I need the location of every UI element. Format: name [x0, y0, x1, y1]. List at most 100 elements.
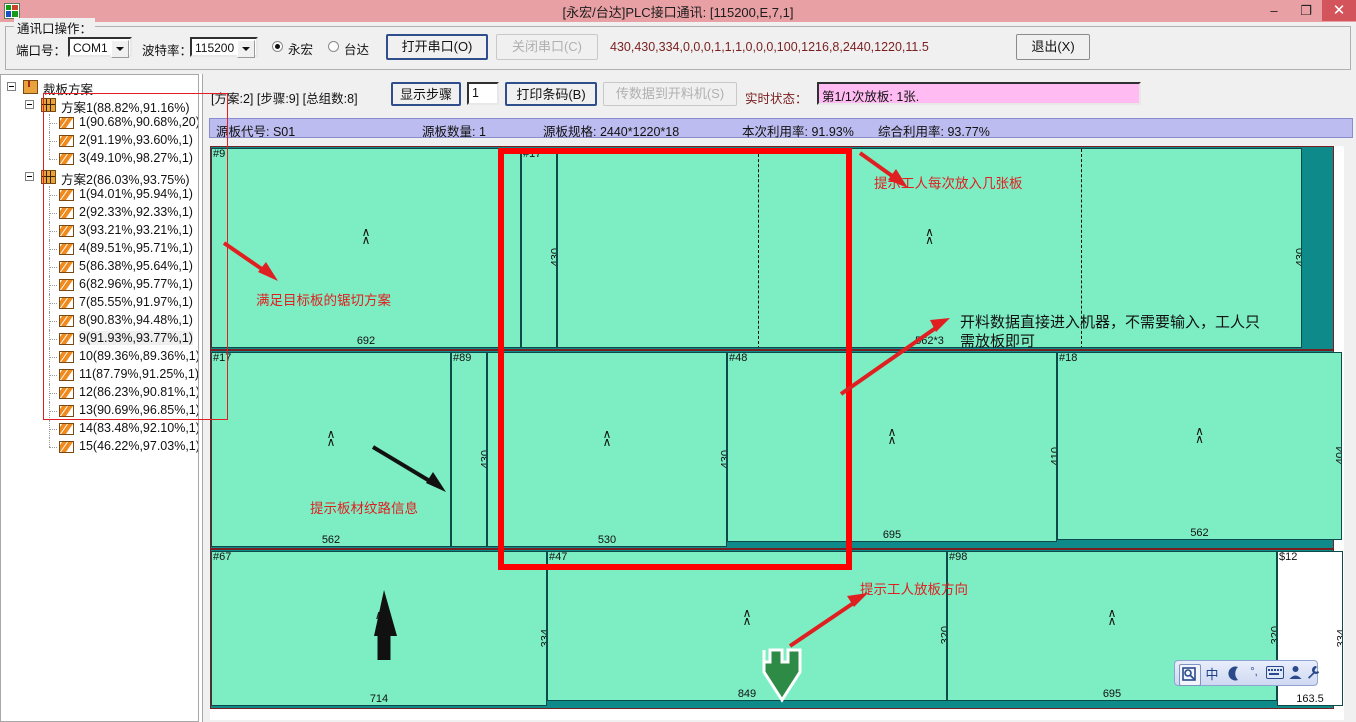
cut-part-width: 695 [1102, 688, 1122, 700]
plan-leaf-icon [59, 423, 74, 435]
tree-leaf-node[interactable]: 2(91.19%,93.60%,1) [1, 132, 198, 150]
plan-leaf-icon [59, 369, 74, 381]
cut-part-id: #17 [213, 352, 232, 364]
cut-part[interactable]: #17 562 ∧ ∧ [211, 352, 451, 547]
keyboard-icon[interactable] [1265, 666, 1285, 682]
tree-leaf-node[interactable]: 11(87.79%,91.25%,1) [1, 366, 199, 384]
plan-leaf-icon [59, 279, 74, 291]
cut-part-id: #9 [213, 148, 226, 160]
tree-guide-tee [49, 141, 57, 142]
tree-leaf-node[interactable]: 2(92.33%,92.33%,1) [1, 204, 198, 222]
tree-leaf-label: 3(49.10%,98.27%,1) [79, 151, 193, 165]
tree-guide-tee [49, 411, 57, 412]
tree-guide-tee [49, 285, 57, 286]
tree-leaf-node[interactable]: 3(49.10%,98.27%,1) [1, 150, 198, 168]
plan-leaf-icon [59, 387, 74, 399]
cut-part[interactable]: #9 692 ∧ ∧ [211, 148, 521, 348]
step-input[interactable]: 1 [467, 82, 499, 105]
title-bar: [永宏/台达]PLC接口通讯: [115200,E,7,1] – ❐ ✕ [0, 0, 1356, 23]
comm-toolbar: 通讯口操作： 端口号： COM1 波特率： 115200 永宏 台达 打开串口(… [0, 18, 1356, 74]
print-barcode-button[interactable]: 打印条码(B) [505, 82, 597, 106]
tree-root-node[interactable]: 裁板方案 [1, 78, 198, 97]
open-port-button[interactable]: 打开串口(O) [386, 34, 488, 60]
tree-leaf-node[interactable]: 1(90.68%,90.68%,20) [1, 114, 198, 132]
tree-leaf-node[interactable]: 7(85.55%,91.97%,1) [1, 294, 198, 312]
chevron-down-icon[interactable] [111, 40, 129, 58]
sheet-info-strip: 源板代号: S01 源板数量: 1 源板规格: 2440*1220*18 本次利… [209, 118, 1353, 139]
grain-direction-icon: ∧ ∧ [1195, 423, 1204, 446]
tree-leaf-label: 11(87.79%,91.25%,1) [79, 367, 199, 381]
tree-guide-tee [49, 267, 57, 268]
cut-part-height: 410 [1049, 447, 1057, 466]
moon-icon[interactable] [1225, 665, 1243, 685]
baud-value: 115200 [195, 41, 235, 55]
cut-part-width: 692 [356, 335, 376, 347]
tree-leaf-node[interactable]: 6(82.96%,95.77%,1) [1, 276, 198, 294]
plan-tree-panel[interactable]: 裁板方案 方案1(88.82%,91.16%) 1(90.68%,90.68%,20… [0, 74, 199, 722]
punctuation-icon[interactable]: °, [1245, 666, 1263, 678]
user-icon[interactable] [1287, 665, 1303, 683]
baud-select[interactable]: 115200 [190, 37, 258, 58]
tree-leaf-node[interactable]: 14(83.48%,92.10%,1) [1, 420, 198, 438]
ime-logo-icon[interactable] [1179, 664, 1201, 686]
realtime-status-label: 实时状态： [745, 92, 808, 106]
grain-direction-icon: ∧ ∧ [1107, 606, 1117, 629]
chevron-down-icon[interactable] [237, 40, 255, 58]
this-rate: 本次利用率: 91.93% [742, 125, 854, 139]
ime-toolbar[interactable]: 中 °, [1174, 660, 1321, 686]
expander-icon[interactable] [7, 82, 16, 91]
tree-leaf-node[interactable]: 1(94.01%,95.94%,1) [1, 186, 198, 204]
tree-leaf-node[interactable]: 4(89.51%,95.71%,1) [1, 240, 198, 258]
tree-leaf-label: 8(90.83%,94.48%,1) [79, 313, 193, 327]
tree-leaf-node[interactable]: 12(86.23%,90.81%,1) [1, 384, 199, 402]
sheet-row[interactable]: #67 714 334 ∧ ∧ #47 849 320 ∧ ∧ #98 695 320 ∧ ∧ $12 163.… [210, 549, 1343, 709]
ime-mode-chinese[interactable]: 中 [1203, 664, 1221, 683]
application-window: [永宏/台达]PLC接口通讯: [115200,E,7,1] – ❐ ✕ 通讯口… [0, 0, 1356, 722]
cut-part[interactable]: #18 562 404 ∧ ∧ [1057, 352, 1342, 540]
maximize-icon: ❐ [1300, 3, 1312, 18]
cut-part-height: 430 [479, 449, 487, 468]
realtime-status-field[interactable]: 第1/1次放板: 1张. [817, 82, 1141, 105]
tree-leaf-node[interactable]: 15(46.22%,97.03%,1) [1, 438, 199, 456]
tree-group-node-1[interactable]: 方案1(88.82%,91.16%) [1, 96, 198, 115]
minimize-icon: – [1270, 3, 1278, 18]
tree-leaf-node[interactable]: 9(91.93%,93.77%,1) [1, 330, 198, 348]
cut-part-width: 163.5 [1296, 693, 1324, 705]
plan-book-icon [23, 80, 38, 94]
tree-leaf-node[interactable]: 13(90.69%,96.85%,1) [1, 402, 199, 420]
tree-leaf-label: 2(92.33%,92.33%,1) [79, 205, 193, 219]
plan-grid-icon [41, 98, 56, 112]
close-button[interactable]: ✕ [1322, 0, 1356, 21]
expander-icon[interactable] [25, 100, 34, 109]
tree-guide-tee [49, 123, 57, 124]
tree-guide-tee [49, 321, 57, 322]
annotation-saw-plan: 满足目标板的锯切方案 [256, 293, 391, 308]
wrench-icon[interactable] [1305, 665, 1321, 683]
tree-guide-tee [49, 375, 57, 376]
tree-leaf-label: 7(85.55%,91.97%,1) [79, 295, 193, 309]
cut-part[interactable]: #89 430 [451, 352, 487, 547]
minimize-button[interactable]: – [1258, 0, 1290, 21]
cut-part[interactable]: #67 714 334 ∧ ∧ [211, 551, 547, 706]
tree-leaf-label: 13(90.69%,96.85%,1) [79, 403, 199, 417]
show-steps-button[interactable]: 显示步骤 [391, 82, 461, 106]
maximize-button[interactable]: ❐ [1290, 0, 1322, 21]
tree-guide-tee [49, 303, 57, 304]
radio-yonghong-label: 永宏 [288, 43, 314, 57]
tree-leaf-node[interactable]: 8(90.83%,94.48%,1) [1, 312, 198, 330]
annotation-direct-data-line2: 需放板即可 [960, 333, 1036, 350]
grain-direction-icon: ∧ ∧ [374, 608, 384, 631]
cut-part-height: 334 [539, 628, 547, 647]
expander-icon[interactable] [25, 172, 34, 181]
tree-leaf-label: 15(46.22%,97.03%,1) [79, 439, 199, 453]
exit-button[interactable]: 退出(X) [1016, 34, 1090, 60]
plan-tree[interactable]: 裁板方案 方案1(88.82%,91.16%) 1(90.68%,90.68%,20… [1, 78, 199, 456]
tree-leaf-label: 12(86.23%,90.81%,1) [79, 385, 199, 399]
tree-leaf-node[interactable]: 5(86.38%,95.64%,1) [1, 258, 198, 276]
tree-leaf-node[interactable]: 10(89.36%,89.36%,1) [1, 348, 198, 366]
tree-leaf-node[interactable]: 3(93.21%,93.21%,1) [1, 222, 198, 240]
tree-group-node-2[interactable]: 方案2(86.03%,93.75%) [1, 168, 198, 187]
port-select[interactable]: COM1 [68, 37, 132, 58]
tree-guide-tee [49, 195, 57, 196]
cut-part[interactable]: #47 849 320 ∧ ∧ [547, 551, 947, 701]
